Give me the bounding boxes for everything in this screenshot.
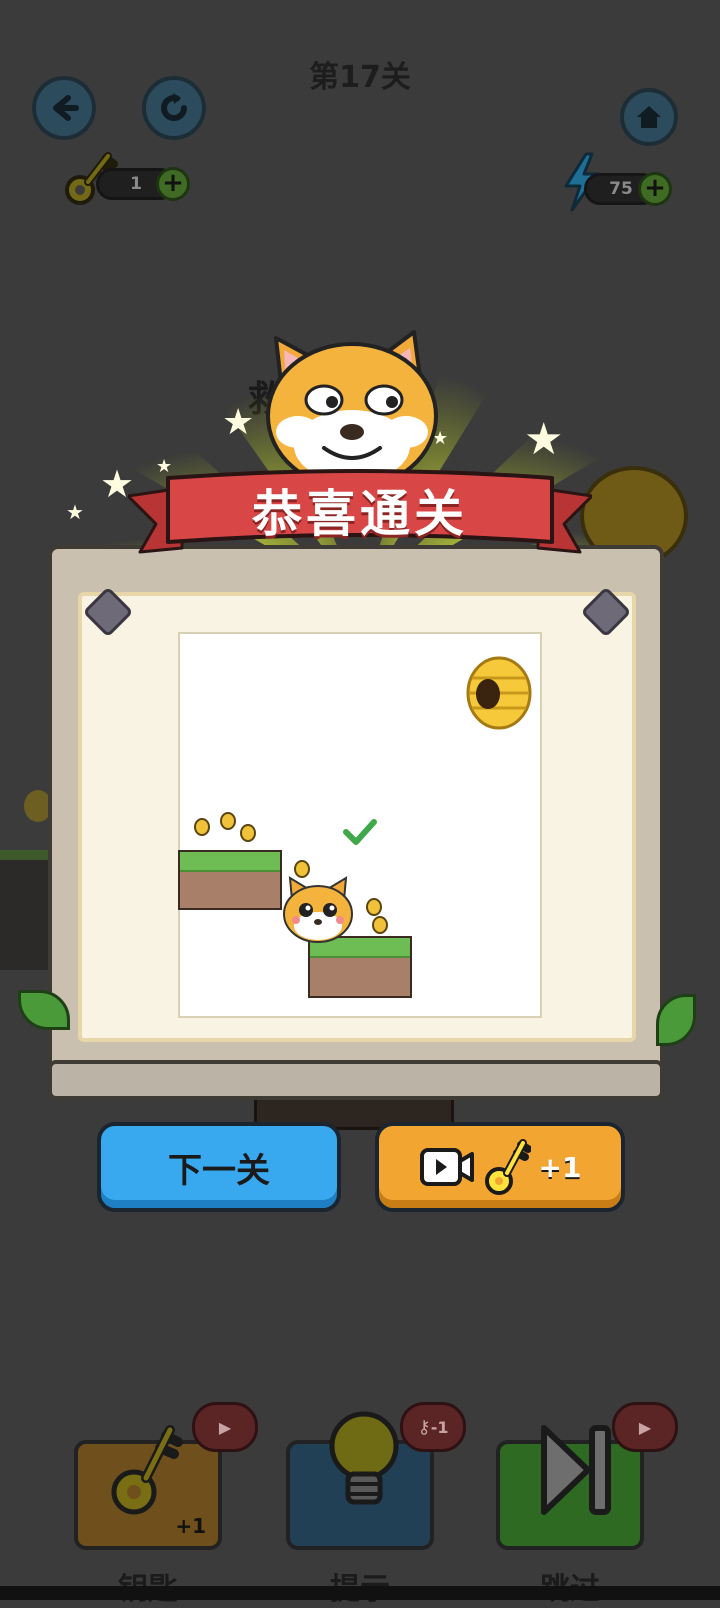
key-small-icon: ⚷ <box>417 1416 431 1438</box>
key-icon <box>111 1425 183 1515</box>
add-energy-button[interactable]: + <box>638 172 672 206</box>
home-icon <box>637 106 661 128</box>
next-level-button[interactable]: 下一关 <box>97 1122 341 1212</box>
grass-block <box>178 850 282 910</box>
shiba-character <box>283 876 353 943</box>
bee-icon <box>372 916 388 934</box>
video-bubble-icon: ▶ <box>612 1402 678 1452</box>
tool-skip-button[interactable] <box>496 1425 644 1550</box>
bee-icon <box>220 812 236 830</box>
key-icon <box>484 1139 531 1195</box>
checkmark-icon <box>343 819 377 845</box>
skip-icon <box>541 1425 611 1515</box>
key-cost-bubble: ⚷ -1 <box>400 1402 466 1452</box>
back-button[interactable] <box>32 76 96 140</box>
bee-icon <box>240 824 256 842</box>
watch-video-key-button[interactable]: +1 <box>375 1122 625 1212</box>
video-bubble-icon: ▶ <box>192 1402 258 1452</box>
tool-key-badge: +1 <box>175 1514 206 1538</box>
result-frame-base <box>48 1060 664 1100</box>
shiba-mascot <box>266 330 438 478</box>
tool-hint-button[interactable] <box>286 1411 434 1550</box>
banner-title: 恭喜通关 <box>252 485 468 543</box>
restart-button[interactable] <box>142 76 206 140</box>
restart-icon <box>161 93 188 122</box>
tool-hint-badge: -1 <box>430 1417 449 1437</box>
lightbulb-icon <box>329 1411 399 1505</box>
home-button[interactable] <box>620 88 678 146</box>
beehive-icon <box>466 656 532 730</box>
level-title: 第17关 <box>309 60 411 95</box>
star-icon: ★ <box>66 500 84 524</box>
grass-block <box>308 936 412 998</box>
back-arrow-icon <box>53 95 79 121</box>
star-icon: ★ <box>524 414 564 465</box>
tool-key-button[interactable]: +1 <box>74 1425 222 1550</box>
bee-icon <box>366 898 382 916</box>
bee-icon <box>194 818 210 836</box>
star-icon: ★ <box>222 402 255 443</box>
video-reward-label: +1 <box>538 1150 582 1184</box>
add-keys-button[interactable]: + <box>156 167 190 201</box>
video-icon <box>419 1148 474 1186</box>
bottom-bar <box>0 1586 720 1600</box>
